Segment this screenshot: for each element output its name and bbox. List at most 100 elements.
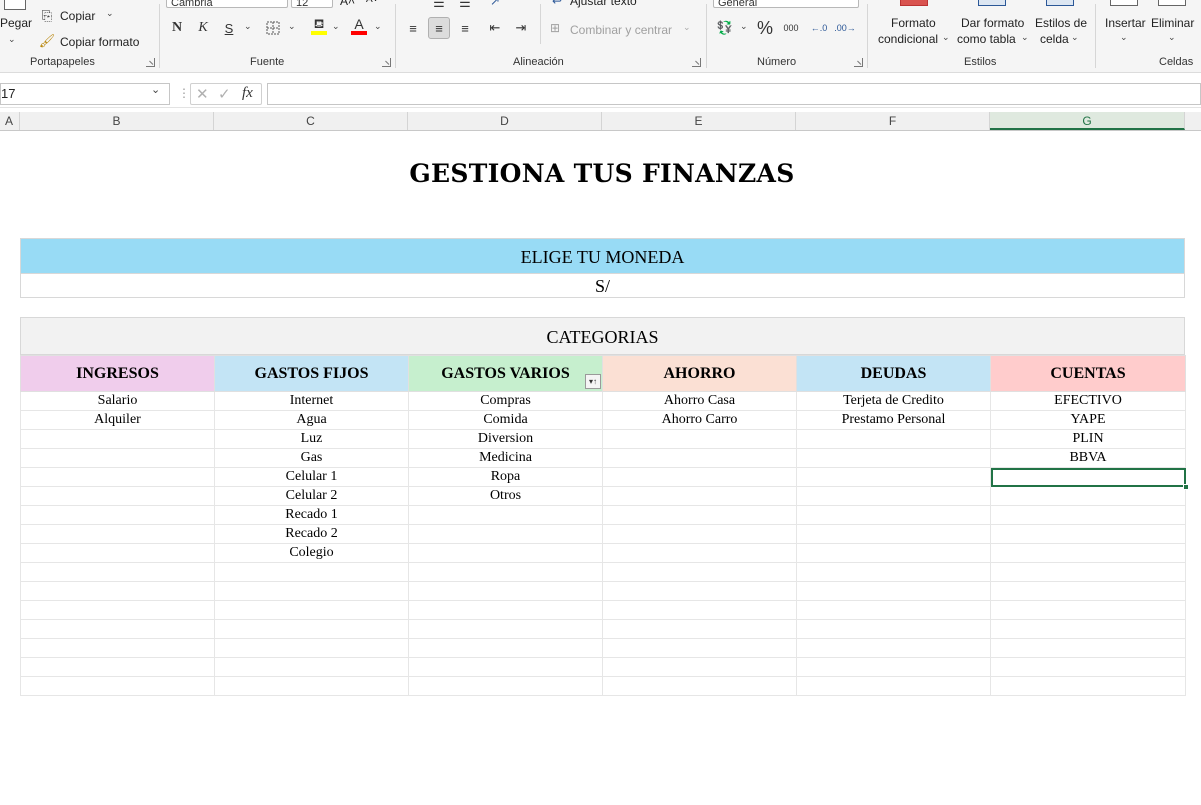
currency-header[interactable]: ELIGE TU MONEDA <box>20 238 1185 274</box>
column-header-a[interactable]: A <box>0 112 20 130</box>
cell-styles-chevron-icon[interactable]: ⌄ <box>1071 32 1079 43</box>
decrease-indent-icon[interactable]: ⇤ <box>484 17 506 39</box>
table-cell[interactable]: Comida <box>408 410 603 430</box>
table-cell[interactable] <box>796 486 991 506</box>
name-box[interactable]: 17 <box>0 83 170 105</box>
table-cell[interactable] <box>602 429 797 449</box>
table-cell[interactable]: Luz <box>214 429 409 449</box>
align-center-icon[interactable]: ≡ <box>428 17 450 39</box>
borders-chevron-icon[interactable]: ⌄ <box>288 21 296 32</box>
merge-center-button[interactable]: Combinar y centrar <box>570 23 672 37</box>
table-cell[interactable] <box>20 676 215 696</box>
table-cell[interactable] <box>214 581 409 601</box>
table-cell[interactable] <box>990 524 1186 544</box>
table-cell[interactable] <box>20 562 215 582</box>
underline-chevron-icon[interactable]: ⌄ <box>244 21 252 32</box>
table-cell[interactable] <box>408 505 603 525</box>
conditional-format-chevron-icon[interactable]: ⌄ <box>942 32 950 43</box>
percent-style-button[interactable]: % <box>754 17 776 39</box>
table-cell[interactable] <box>796 581 991 601</box>
paste-chevron-icon[interactable]: ⌄ <box>8 34 16 45</box>
table-cell[interactable] <box>990 676 1186 696</box>
table-cell[interactable] <box>20 619 215 639</box>
format-painter-icon[interactable]: 🖌 <box>38 30 56 52</box>
insert-function-button[interactable]: fx <box>242 85 253 102</box>
wrap-text-button[interactable]: Ajustar texto <box>570 0 637 8</box>
align-left-icon[interactable]: ≡ <box>402 17 424 39</box>
table-cell[interactable] <box>796 524 991 544</box>
table-header-cell[interactable]: DEUDAS <box>796 355 991 392</box>
table-cell[interactable] <box>796 600 991 620</box>
table-cell[interactable] <box>214 657 409 677</box>
table-cell[interactable] <box>602 448 797 468</box>
table-cell[interactable]: Gas <box>214 448 409 468</box>
table-cell[interactable] <box>408 619 603 639</box>
table-cell[interactable] <box>990 543 1186 563</box>
underline-button[interactable]: S <box>218 17 240 39</box>
name-box-chevron-icon[interactable]: ⌄ <box>151 83 160 96</box>
table-cell[interactable] <box>20 467 215 487</box>
accounting-format-icon[interactable]: 💱 <box>714 17 736 39</box>
table-cell[interactable]: Agua <box>214 410 409 430</box>
table-cell[interactable] <box>602 562 797 582</box>
increase-indent-icon[interactable]: ⇥ <box>510 17 532 39</box>
paste-icon[interactable] <box>4 0 26 10</box>
table-cell[interactable] <box>796 505 991 525</box>
table-cell[interactable] <box>408 657 603 677</box>
align-right-icon[interactable]: ≡ <box>454 17 476 39</box>
conditional-format-line1[interactable]: Formato <box>891 16 936 30</box>
format-table-line1[interactable]: Dar formato <box>961 16 1024 30</box>
column-header-e[interactable]: E <box>602 112 796 130</box>
table-cell[interactable] <box>602 638 797 658</box>
table-cell[interactable] <box>990 619 1186 639</box>
cancel-icon[interactable]: ✕ <box>196 85 209 103</box>
format-painter-button[interactable]: Copiar formato <box>60 35 139 49</box>
table-cell[interactable] <box>990 562 1186 582</box>
table-cell[interactable] <box>20 448 215 468</box>
format-table-line2[interactable]: como tabla <box>957 32 1016 46</box>
comma-style-button[interactable]: 000 <box>780 17 802 39</box>
table-header-cell[interactable]: INGRESOS <box>20 355 215 392</box>
fill-handle[interactable] <box>1183 484 1189 490</box>
table-header-cell[interactable]: GASTOS FIJOS <box>214 355 409 392</box>
table-cell[interactable] <box>20 524 215 544</box>
table-cell[interactable] <box>990 581 1186 601</box>
table-cell[interactable] <box>796 429 991 449</box>
grow-font-icon[interactable]: A˄ <box>340 0 355 8</box>
table-cell[interactable] <box>602 619 797 639</box>
table-cell[interactable]: Diversion <box>408 429 603 449</box>
increase-decimal-icon[interactable]: ←.0 <box>808 17 830 39</box>
conditional-format-icon[interactable] <box>900 0 928 6</box>
column-header-f[interactable]: F <box>796 112 990 130</box>
orientation-icon[interactable]: ↗ <box>490 0 500 8</box>
table-cell[interactable] <box>990 467 1189 490</box>
table-cell[interactable] <box>990 638 1186 658</box>
categories-header[interactable]: CATEGORIAS <box>20 317 1185 355</box>
table-cell[interactable] <box>408 562 603 582</box>
table-cell[interactable] <box>20 638 215 658</box>
table-cell[interactable] <box>602 486 797 506</box>
table-cell[interactable] <box>796 448 991 468</box>
table-header-cell[interactable]: CUENTAS <box>990 355 1186 392</box>
table-cell[interactable] <box>214 619 409 639</box>
copy-button[interactable]: Copiar <box>60 9 95 23</box>
table-cell[interactable] <box>796 467 991 487</box>
table-cell[interactable] <box>602 467 797 487</box>
table-cell[interactable] <box>602 543 797 563</box>
table-cell[interactable]: PLIN <box>990 429 1186 449</box>
align-top-icon[interactable]: ☰ <box>428 0 450 14</box>
font-name-select[interactable]: Cambria <box>166 0 288 9</box>
number-format-select[interactable]: General <box>713 0 859 9</box>
bold-button[interactable]: N <box>166 17 188 39</box>
table-cell[interactable] <box>20 600 215 620</box>
table-cell[interactable] <box>602 581 797 601</box>
number-launcher-icon[interactable] <box>854 58 863 67</box>
table-cell[interactable]: Medicina <box>408 448 603 468</box>
column-header-g[interactable]: G <box>990 112 1185 130</box>
table-cell[interactable]: Ahorro Carro <box>602 410 797 430</box>
format-table-chevron-icon[interactable]: ⌄ <box>1021 32 1029 43</box>
table-cell[interactable]: Alquiler <box>20 410 215 430</box>
delete-cells-icon[interactable] <box>1158 0 1186 6</box>
column-header-d[interactable]: D <box>408 112 602 130</box>
table-cell[interactable]: Colegio <box>214 543 409 563</box>
